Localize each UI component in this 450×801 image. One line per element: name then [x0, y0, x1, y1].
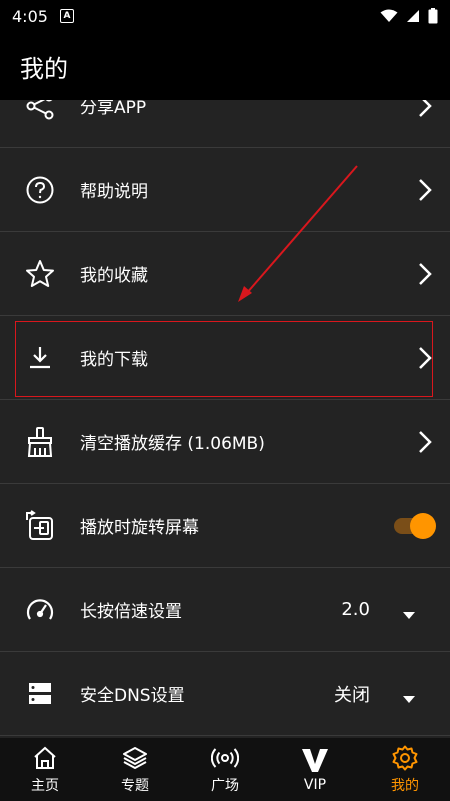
- menu-item-label: 我的下载: [80, 350, 148, 370]
- settings-list[interactable]: 分享APP 帮助说明 我的收藏 我的下载 清空播放缓存 (1.06MB) 播放时…: [0, 100, 450, 738]
- tab-home[interactable]: 主页: [0, 738, 90, 801]
- dns-value[interactable]: 关闭: [334, 681, 370, 707]
- home-icon: [31, 745, 59, 771]
- status-bar: 4:05 A: [0, 0, 450, 32]
- menu-item-label: 分享APP: [80, 100, 147, 118]
- menu-item-label: 清空播放缓存 (1.06MB): [80, 434, 265, 454]
- tab-square[interactable]: 广场: [180, 738, 270, 801]
- app-header: 我的: [0, 32, 450, 100]
- broadcast-icon: [211, 745, 239, 771]
- tab-topics[interactable]: 专题: [90, 738, 180, 801]
- chevron-right-icon: [414, 259, 436, 289]
- chevron-right-icon: [414, 100, 436, 121]
- menu-item-dns[interactable]: 安全DNS设置 关闭: [0, 652, 450, 736]
- bottom-tab-bar: 主页 专题 广场 VIP 我的: [0, 738, 450, 801]
- help-icon: [22, 172, 58, 208]
- tab-vip[interactable]: VIP: [270, 738, 360, 801]
- speedometer-icon: [22, 592, 58, 628]
- tab-label: 广场: [211, 777, 239, 794]
- menu-item-downloads[interactable]: 我的下载: [0, 316, 450, 400]
- menu-item-share[interactable]: 分享APP: [0, 100, 450, 148]
- chevron-down-icon[interactable]: [402, 689, 416, 703]
- chevron-right-icon: [414, 343, 436, 373]
- server-icon: [22, 676, 58, 712]
- page-title: 我的: [20, 54, 68, 83]
- gear-icon: [391, 745, 419, 771]
- chevron-right-icon: [414, 427, 436, 457]
- tab-mine[interactable]: 我的: [360, 738, 450, 801]
- menu-item-label: 播放时旋转屏幕: [80, 518, 199, 538]
- signal-icon: [407, 10, 419, 22]
- menu-item-label: 安全DNS设置: [80, 686, 185, 706]
- vip-icon: [301, 747, 329, 773]
- download-icon: [22, 340, 58, 376]
- notification-icon: A: [59, 9, 74, 23]
- menu-item-label: 帮助说明: [80, 182, 148, 202]
- screen-rotation-icon: [22, 508, 58, 544]
- tab-label: VIP: [303, 776, 327, 793]
- toggle-knob: [410, 512, 436, 539]
- speed-value[interactable]: 2.0: [341, 599, 370, 620]
- rotate-toggle[interactable]: [394, 512, 436, 539]
- wifi-icon: [380, 9, 398, 22]
- menu-item-label: 长按倍速设置: [80, 602, 182, 622]
- menu-item-favorites[interactable]: 我的收藏: [0, 232, 450, 316]
- menu-item-help[interactable]: 帮助说明: [0, 148, 450, 232]
- tab-label: 专题: [121, 777, 149, 794]
- chevron-down-icon[interactable]: [402, 605, 416, 619]
- battery-icon: [428, 8, 438, 24]
- menu-item-clear-cache[interactable]: 清空播放缓存 (1.06MB): [0, 400, 450, 484]
- menu-item-label: 我的收藏: [80, 266, 148, 286]
- chevron-right-icon: [414, 175, 436, 205]
- share-icon: [22, 100, 58, 124]
- status-time: 4:05: [12, 6, 48, 26]
- star-icon: [22, 256, 58, 292]
- layers-icon: [121, 745, 149, 771]
- menu-item-rotate[interactable]: 播放时旋转屏幕: [0, 484, 450, 568]
- status-icons: [380, 8, 438, 24]
- tab-label: 我的: [391, 777, 419, 794]
- tab-label: 主页: [31, 777, 59, 794]
- broom-icon: [22, 424, 58, 460]
- menu-item-speed[interactable]: 长按倍速设置 2.0: [0, 568, 450, 652]
